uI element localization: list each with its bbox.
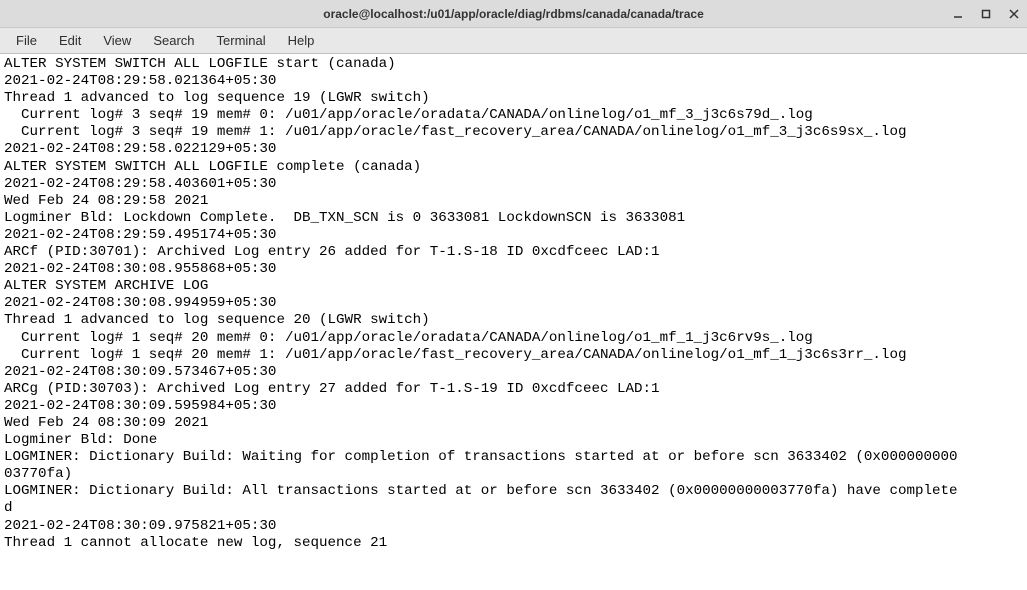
window-controls	[951, 0, 1021, 28]
titlebar: oracle@localhost:/u01/app/oracle/diag/rd…	[0, 0, 1027, 28]
maximize-icon[interactable]	[979, 7, 993, 21]
menu-file[interactable]: File	[6, 30, 47, 51]
menu-terminal[interactable]: Terminal	[207, 30, 276, 51]
menubar: File Edit View Search Terminal Help	[0, 28, 1027, 54]
menu-edit[interactable]: Edit	[49, 30, 91, 51]
window-title: oracle@localhost:/u01/app/oracle/diag/rd…	[323, 7, 704, 21]
menu-view[interactable]: View	[93, 30, 141, 51]
close-icon[interactable]	[1007, 7, 1021, 21]
menu-search[interactable]: Search	[143, 30, 204, 51]
terminal-output[interactable]: ALTER SYSTEM SWITCH ALL LOGFILE start (c…	[0, 54, 1027, 590]
menu-help[interactable]: Help	[278, 30, 325, 51]
terminal-window: oracle@localhost:/u01/app/oracle/diag/rd…	[0, 0, 1027, 590]
minimize-icon[interactable]	[951, 7, 965, 21]
